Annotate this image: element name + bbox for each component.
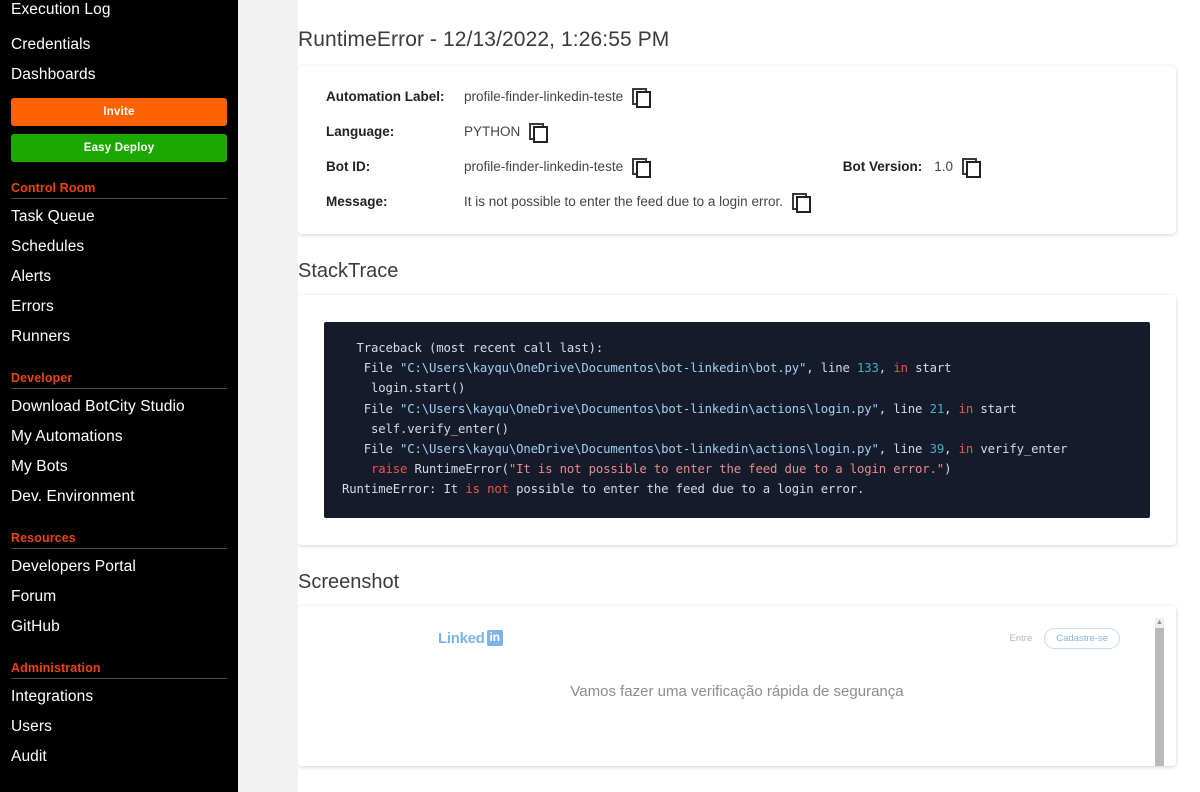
sidebar-item-label: Forum (11, 588, 57, 606)
linkedin-join-button[interactable]: Cadastre-se (1044, 627, 1120, 649)
sidebar-item-dev-environment[interactable]: Dev. Environment (11, 482, 227, 512)
message-row: Message: It is not possible to enter the… (326, 193, 1148, 213)
easy-deploy-button[interactable]: Easy Deploy (11, 134, 227, 162)
main-content: RuntimeError - 12/13/2022, 1:26:55 PM Au… (298, 0, 1200, 792)
automation-label-key: Automation Label: (326, 89, 445, 104)
sidebar-item-users[interactable]: Users (11, 712, 227, 742)
linkedin-security-headline: Vamos fazer uma verificação rápida de se… (570, 682, 904, 700)
app-root: Execution Log Credentials Dashboards Inv… (0, 0, 1200, 792)
sidebar-section-control-room: Control Room (11, 162, 227, 199)
copy-icon[interactable] (632, 158, 652, 178)
screenshot-scrollbar-thumb[interactable] (1155, 627, 1164, 766)
sidebar-item-label: Execution Log (11, 0, 111, 18)
language-value: PYTHON (464, 124, 521, 139)
stacktrace-heading: StackTrace (298, 260, 399, 282)
linkedin-logo: Linked in (438, 630, 503, 647)
message-key: Message: (326, 194, 388, 209)
sidebar-item-my-automations[interactable]: My Automations (11, 422, 227, 452)
screenshot-heading: Screenshot (298, 570, 400, 593)
sidebar-item-github[interactable]: GitHub (11, 612, 227, 642)
automation-label-row: Automation Label: profile-finder-linkedi… (326, 88, 1148, 108)
sidebar-item-credentials[interactable]: Credentials (11, 30, 227, 60)
sidebar-item-task-queue[interactable]: Task Queue (11, 202, 227, 232)
bot-id-row: Bot ID: profile-finder-linkedin-teste Bo… (326, 158, 1148, 178)
sidebar-item-download-botcity-studio[interactable]: Download BotCity Studio (11, 392, 227, 422)
sidebar-item-label: Download BotCity Studio (11, 398, 185, 416)
bot-version-key: Bot Version: (842, 159, 923, 174)
message-value: It is not possible to enter the feed due… (464, 194, 783, 209)
bot-id-key: Bot ID: (326, 159, 371, 174)
sidebar-item-label: Developers Portal (11, 558, 136, 576)
bot-version-group: Bot Version: 1.0 (842, 158, 1148, 178)
sidebar-item-dashboards[interactable]: Dashboards (11, 60, 227, 90)
sidebar-item-execution-log[interactable]: Execution Log (11, 0, 227, 30)
sidebar-item-label: Integrations (11, 688, 94, 706)
sidebar-item-label: Schedules (11, 238, 85, 256)
layout-gutter (238, 0, 298, 792)
sidebar-item-alerts[interactable]: Alerts (11, 262, 227, 292)
copy-icon[interactable] (962, 158, 981, 178)
copy-icon[interactable] (632, 88, 652, 108)
linkedin-signin-link[interactable]: Entre (1010, 633, 1033, 644)
scroll-up-arrow-icon[interactable]: ▲ (1155, 617, 1164, 628)
page-title: RuntimeError - 12/13/2022, 1:26:55 PM (298, 28, 670, 51)
bot-version-value: 1.0 (934, 159, 953, 174)
bot-id-value: profile-finder-linkedin-teste (464, 159, 624, 174)
sidebar-item-label: Task Queue (11, 208, 95, 226)
sidebar-item-schedules[interactable]: Schedules (11, 232, 227, 262)
sidebar-section-administration: Administration (11, 642, 227, 679)
sidebar-item-forum[interactable]: Forum (11, 582, 227, 612)
linkedin-badge-icon: in (486, 630, 503, 647)
linkedin-actions: Entre Cadastre-se (1010, 627, 1120, 649)
sidebar-item-label: Credentials (11, 36, 91, 54)
language-row: Language: PYTHON (326, 123, 1148, 143)
sidebar-item-label: My Automations (11, 428, 123, 446)
copy-icon[interactable] (791, 193, 811, 213)
sidebar-item-label: Users (11, 718, 52, 736)
sidebar-item-audit[interactable]: Audit (11, 742, 227, 772)
sidebar-section-developer: Developer (11, 352, 227, 389)
stacktrace-code[interactable]: Traceback (most recent call last): File … (324, 322, 1150, 518)
sidebar-item-label: Alerts (11, 268, 52, 286)
language-key: Language: (326, 124, 395, 139)
sidebar-item-label: Dashboards (11, 66, 96, 84)
sidebar-item-developers-portal[interactable]: Developers Portal (11, 552, 227, 582)
linkedin-wordmark: Linked (438, 629, 485, 647)
stacktrace-card: Traceback (most recent call last): File … (298, 295, 1176, 545)
sidebar-item-label: GitHub (11, 618, 60, 636)
sidebar: Execution Log Credentials Dashboards Inv… (0, 0, 238, 792)
automation-label-value: profile-finder-linkedin-teste (464, 89, 624, 104)
sidebar-item-label: Audit (11, 748, 47, 766)
sidebar-item-label: My Bots (11, 458, 68, 476)
sidebar-item-label: Dev. Environment (11, 488, 135, 506)
copy-icon[interactable] (529, 123, 549, 143)
sidebar-item-integrations[interactable]: Integrations (11, 682, 227, 712)
screenshot-preview[interactable]: Linked in Entre Cadastre-se Vamos fazer … (298, 605, 1176, 766)
invite-button[interactable]: Invite (11, 98, 227, 126)
sidebar-item-label: Errors (11, 298, 54, 316)
screenshot-card: Linked in Entre Cadastre-se Vamos fazer … (298, 605, 1176, 766)
linkedin-topbar: Linked in Entre Cadastre-se (298, 606, 1176, 649)
sidebar-item-my-bots[interactable]: My Bots (11, 452, 227, 482)
sidebar-item-runners[interactable]: Runners (11, 322, 227, 352)
sidebar-section-resources: Resources (11, 512, 227, 549)
sidebar-item-errors[interactable]: Errors (11, 292, 227, 322)
sidebar-item-label: Runners (11, 328, 71, 346)
execution-info-card: Automation Label: profile-finder-linkedi… (298, 66, 1176, 234)
